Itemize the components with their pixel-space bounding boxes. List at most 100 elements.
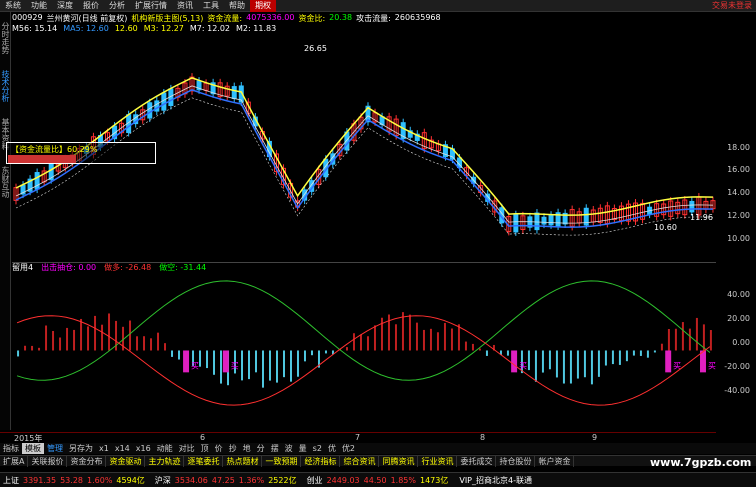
toolbar-item-17[interactable]: s2 <box>310 444 325 453</box>
ind-bar <box>401 312 404 351</box>
ma5-label: MA5: 12.60 <box>63 24 109 33</box>
index-a: 2522亿 <box>268 475 297 485</box>
magenta-bar <box>511 350 518 373</box>
toolbar-item-14[interactable]: 摆 <box>268 443 282 454</box>
toolbar-item-4[interactable]: x1 <box>96 444 112 453</box>
ind-bar <box>366 336 369 351</box>
candle-body <box>231 86 237 100</box>
tab-14[interactable]: 帐户资金 <box>535 455 575 467</box>
date-axis: 2015年 6 7 8 9 <box>0 432 716 443</box>
toolbar-item-1[interactable]: 模板 <box>22 443 44 454</box>
menu-item-6[interactable]: 资讯 <box>172 0 198 12</box>
ind-bar <box>667 329 670 351</box>
tab-12[interactable]: 委托成交 <box>457 455 497 467</box>
ind-bar <box>276 350 278 383</box>
toolbar-item-10[interactable]: 价 <box>212 443 226 454</box>
ind-tick: 0.00 <box>732 338 750 347</box>
index-n: 沪深 <box>154 475 171 485</box>
tab-8[interactable]: 经济指标 <box>301 455 341 467</box>
ind-bar <box>625 350 628 362</box>
ratio-value: 20.38 <box>329 13 353 22</box>
ind-bar <box>324 350 327 354</box>
tab-3[interactable]: 资金驱动 <box>106 455 146 467</box>
indicator-chart: 买买买买买 <box>12 262 716 406</box>
toolbar-item-18[interactable]: 优 <box>325 443 339 454</box>
x-label: 9 <box>592 433 598 442</box>
toolbar-item-15[interactable]: 波 <box>282 443 296 454</box>
ma-legend: M56: 15.14 MA5: 12.60 12.60 M3: 12.27 M7… <box>12 24 276 34</box>
sidebar-tab-1[interactable]: 技术分析 <box>0 64 11 108</box>
ind-bar <box>688 328 691 351</box>
ind-tick: -40.00 <box>724 386 750 395</box>
menu-item-1[interactable]: 功能 <box>26 0 52 12</box>
toolbar-item-16[interactable]: 量 <box>296 443 310 454</box>
price-tick: 12.00 <box>727 211 750 220</box>
ind-tick: 20.00 <box>727 314 750 323</box>
ind-bar <box>387 314 390 351</box>
ind-bar <box>408 314 411 351</box>
ind-bar <box>597 350 600 377</box>
ind-bar <box>66 327 69 351</box>
ind-bar <box>415 322 418 351</box>
ratio-label: 资金比: <box>298 14 326 23</box>
ind-bar <box>45 325 48 351</box>
stock-code: 000929 <box>12 13 43 22</box>
tab-2[interactable]: 资金分布 <box>67 455 107 467</box>
sidebar-tab-3[interactable]: 东财互动 <box>0 160 11 204</box>
tab-7[interactable]: 一致预期 <box>262 455 302 467</box>
toolbar-item-0[interactable]: 指标 <box>0 443 22 454</box>
index-a: 1473亿 <box>419 475 449 485</box>
price-axis: 18.00 16.00 14.00 12.00 10.00 40.00 20.00 0.00 -… <box>716 12 756 430</box>
toolbar-item-11[interactable]: 抄 <box>226 443 240 454</box>
tab-6[interactable]: 热点题材 <box>223 455 263 467</box>
menu-item-7[interactable]: 工具 <box>198 0 224 12</box>
menu-item-8[interactable]: 帮助 <box>224 0 250 12</box>
toolbar-item-6[interactable]: x16 <box>133 444 154 453</box>
toolbar-item-5[interactable]: x14 <box>112 444 133 453</box>
tab-5[interactable]: 逐笔委托 <box>184 455 224 467</box>
menu-item-4[interactable]: 分析 <box>104 0 130 12</box>
ind-bar <box>136 336 139 351</box>
ind-bar <box>289 350 292 382</box>
index-p: 1.36% <box>238 475 265 485</box>
candle-body <box>147 102 153 119</box>
tab-9[interactable]: 综合资讯 <box>340 455 380 467</box>
indicator-desc: 机构新版主图(5,13) <box>131 14 204 23</box>
index-p: 1.85% <box>390 475 416 485</box>
toolbar-item-9[interactable]: 顶 <box>198 443 212 454</box>
index-1: 沪深 3534.06 47.25 1.36% 2522亿 <box>152 475 304 486</box>
tab-10[interactable]: 同腾资讯 <box>379 455 419 467</box>
menu-item-5[interactable]: 扩展行情 <box>130 0 172 12</box>
sidebar-tab-0[interactable]: 分时走势 <box>0 16 11 60</box>
toolbar-item-7[interactable]: 动能 <box>154 443 176 454</box>
menu-item-0[interactable]: 系统 <box>0 0 26 12</box>
m3-label: M3: 12.27 <box>143 24 184 33</box>
menu-item-9[interactable]: 期权 <box>250 0 276 12</box>
tab-1[interactable]: 关联报价 <box>28 455 68 467</box>
tab-13[interactable]: 持仓股份 <box>496 455 536 467</box>
toolbar-item-8[interactable]: 对比 <box>176 443 198 454</box>
price-tick: 14.00 <box>727 188 750 197</box>
ind-bar <box>248 350 250 380</box>
ind-bar <box>429 328 432 351</box>
toolbar-item-19[interactable]: 优2 <box>339 443 358 454</box>
toolbar-item-12[interactable]: 地 <box>240 443 254 454</box>
ind-tick: -20.00 <box>724 362 750 371</box>
tab-0[interactable]: 扩展A <box>0 455 29 467</box>
menu-item-3[interactable]: 报价 <box>78 0 104 12</box>
ind-bar <box>199 350 202 367</box>
toolbar-item-3[interactable]: 另存为 <box>66 443 96 454</box>
redacted-area <box>254 229 418 259</box>
ma56-label: M56: 15.14 <box>12 24 58 33</box>
ind-bar <box>282 350 285 378</box>
candle-body <box>548 214 554 226</box>
menu-bar: 系统 功能 深度 报价 分析 扩展行情 资讯 工具 帮助 期权 交易未登录 <box>0 0 756 12</box>
menu-item-2[interactable]: 深度 <box>52 0 78 12</box>
ind-bar <box>464 341 467 351</box>
tab-11[interactable]: 行业资讯 <box>418 455 458 467</box>
ind-bar <box>17 350 20 357</box>
tab-4[interactable]: 主力轨迹 <box>145 455 185 467</box>
login-status[interactable]: 交易未登录 <box>712 0 756 11</box>
toolbar-item-2[interactable]: 管理 <box>44 443 66 454</box>
toolbar-item-13[interactable]: 分 <box>254 443 268 454</box>
